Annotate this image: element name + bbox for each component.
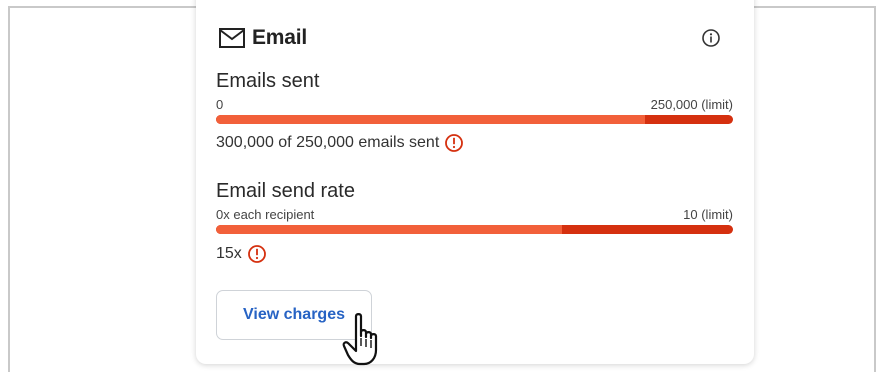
send-rate-label: Email send rate [216,180,355,202]
card-header: Email [218,26,307,50]
emails-sent-axis: 0 250,000 (limit) [216,97,733,112]
emails-sent-label: Emails sent [216,70,320,92]
send-rate-status-text: 15x [216,245,242,262]
info-icon[interactable] [701,28,721,48]
emails-sent-status-text: 300,000 of 250,000 emails sent [216,134,440,151]
emails-sent-status: 300,000 of 250,000 emails sent [216,133,464,153]
send-rate-limit-label: 10 (limit) [683,207,733,222]
send-rate-progress-fill [216,225,563,234]
emails-sent-progress-fill [216,115,646,124]
emails-sent-progress-bar [216,115,733,124]
send-rate-axis: 0x each recipient 10 (limit) [216,207,733,222]
emails-sent-limit-label: 250,000 (limit) [650,97,733,112]
mail-icon [219,28,245,48]
emails-sent-min-label: 0 [216,97,224,112]
warning-icon [445,134,464,152]
send-rate-progress-bar [216,225,733,234]
card-title: Email [252,26,308,49]
send-rate-min-label: 0x each recipient [216,207,315,222]
hand-pointer-cursor-icon [342,313,378,366]
send-rate-status: 15x [216,244,267,264]
warning-icon [247,245,266,263]
